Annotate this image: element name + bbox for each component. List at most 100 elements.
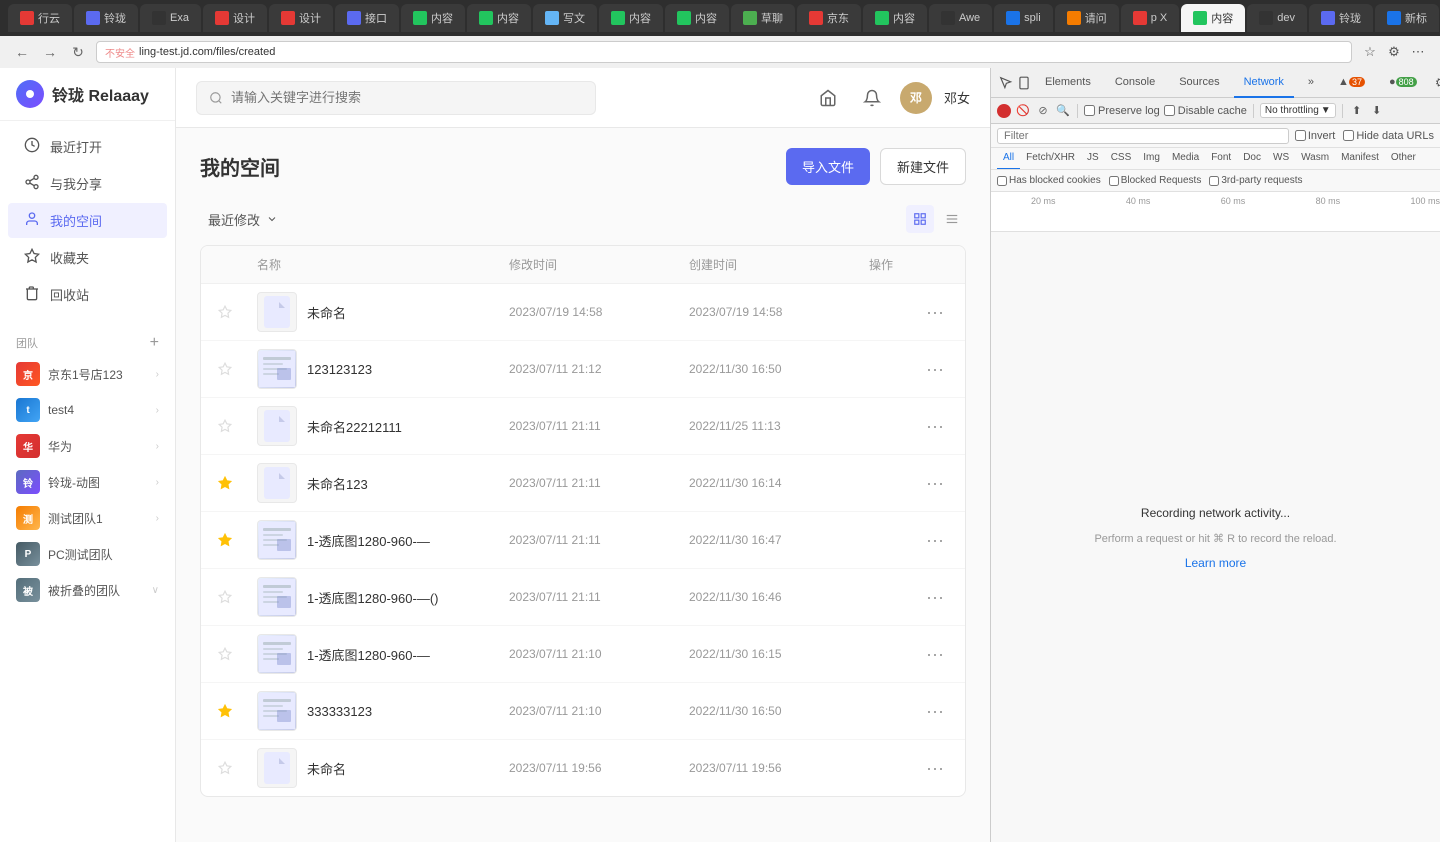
devtools-tab-elements[interactable]: Elements — [1035, 68, 1101, 98]
new-file-button[interactable]: 新建文件 — [880, 148, 966, 185]
devtools-device-toggle[interactable] — [1017, 73, 1031, 93]
browser-tab[interactable]: 铃珑 — [74, 4, 138, 32]
devtools-settings-button[interactable]: ⚙ — [1431, 73, 1440, 93]
more-button[interactable]: ··· — [921, 298, 949, 326]
table-row[interactable]: 333333123 2023/07/11 21:10 2022/11/30 16… — [201, 683, 965, 740]
add-team-button[interactable]: + — [150, 334, 159, 352]
team-item-被折叠的团队[interactable]: 被 被折叠的团队 ∨ — [0, 572, 175, 608]
more-button[interactable]: ··· — [921, 583, 949, 611]
filter-button[interactable]: ⊘ — [1035, 103, 1051, 119]
sidebar-item-与我分享[interactable]: 与我分享 — [8, 166, 167, 201]
sidebar-item-我的空间[interactable]: 我的空间 — [8, 203, 167, 238]
more-button[interactable]: ··· — [921, 754, 949, 782]
notification-button[interactable] — [856, 82, 888, 114]
browser-tab[interactable]: 设计 — [203, 4, 267, 32]
more-button[interactable]: ··· — [921, 412, 949, 440]
table-row[interactable]: 未命名 2023/07/11 19:56 2023/07/11 19:56 ··… — [201, 740, 965, 796]
browser-tab[interactable]: spli — [994, 4, 1053, 32]
browser-tab[interactable]: 内容 — [665, 4, 729, 32]
search-button[interactable]: 🔍 — [1055, 103, 1071, 119]
table-row[interactable]: 1-透底图1280-960-—() 2023/07/11 21:11 2022/… — [201, 569, 965, 626]
network-type-tab-js[interactable]: JS — [1081, 148, 1105, 170]
team-item-测试团队1[interactable]: 测 测试团队1 › — [0, 500, 175, 536]
network-type-tab-wasm[interactable]: Wasm — [1295, 148, 1335, 170]
import-button[interactable]: ⬆ — [1349, 103, 1365, 119]
preserve-log-checkbox[interactable]: Preserve log — [1084, 105, 1160, 117]
star-button[interactable] — [217, 760, 233, 776]
browser-tab[interactable]: 设计 — [269, 4, 333, 32]
browser-tab[interactable]: Awe — [929, 4, 992, 32]
browser-tab[interactable]: Exa — [140, 4, 201, 32]
browser-tab[interactable]: 请问 — [1055, 4, 1119, 32]
more-button[interactable]: ··· — [921, 355, 949, 383]
menu-button[interactable]: ⋯ — [1408, 42, 1428, 62]
throttle-dropdown[interactable]: No throttling ▼ — [1260, 103, 1336, 118]
extensions-button[interactable]: ⚙ — [1384, 42, 1404, 62]
network-type-tab-img[interactable]: Img — [1137, 148, 1166, 170]
browser-tab[interactable]: 内容 — [863, 4, 927, 32]
star-button[interactable] — [217, 418, 233, 434]
devtools-element-picker[interactable] — [999, 73, 1013, 93]
sidebar-item-收藏夹[interactable]: 收藏夹 — [8, 240, 167, 275]
record-button[interactable] — [997, 104, 1011, 118]
team-item-test4[interactable]: t test4 › — [0, 392, 175, 428]
filter-opt-has-blocked-cookies[interactable]: Has blocked cookies — [997, 175, 1101, 186]
team-item-华为[interactable]: 华 华为 › — [0, 428, 175, 464]
network-type-tab-all[interactable]: All — [997, 148, 1020, 170]
disable-cache-checkbox[interactable]: Disable cache — [1164, 105, 1247, 117]
sort-dropdown[interactable]: 最近修改 — [200, 206, 286, 233]
devtools-tab-errors[interactable]: ▲ 37 — [1328, 68, 1375, 98]
search-box[interactable] — [196, 81, 596, 115]
network-type-tab-ws[interactable]: WS — [1267, 148, 1295, 170]
learn-more-link[interactable]: Learn more — [1185, 556, 1246, 570]
sidebar-item-回收站[interactable]: 回收站 — [8, 277, 167, 312]
browser-tab[interactable]: 写文 — [533, 4, 597, 32]
browser-tab[interactable]: 接口 — [335, 4, 399, 32]
browser-tab[interactable]: 铃珑 — [1309, 4, 1373, 32]
browser-tab[interactable]: p X — [1121, 4, 1180, 32]
more-button[interactable]: ··· — [921, 526, 949, 554]
sidebar-item-最近打开[interactable]: 最近打开 — [8, 129, 167, 164]
table-row[interactable]: 1-透底图1280-960-— 2023/07/11 21:10 2022/11… — [201, 626, 965, 683]
invert-option[interactable]: Invert — [1295, 130, 1336, 142]
star-button[interactable] — [217, 304, 233, 320]
devtools-tab-sources[interactable]: Sources — [1169, 68, 1229, 98]
hide-data-urls-option[interactable]: Hide data URLs — [1343, 130, 1434, 142]
table-row[interactable]: 未命名 2023/07/19 14:58 2023/07/19 14:58 ··… — [201, 284, 965, 341]
star-button[interactable] — [217, 532, 233, 548]
address-bar[interactable]: 不安全 ling-test.jd.com/files/created — [96, 41, 1352, 63]
more-button[interactable]: ··· — [921, 640, 949, 668]
more-button[interactable]: ··· — [921, 469, 949, 497]
browser-tab[interactable]: 行云 — [8, 4, 72, 32]
star-button[interactable] — [217, 475, 233, 491]
browser-tab[interactable]: 新标 — [1375, 4, 1439, 32]
search-input[interactable] — [231, 90, 583, 105]
browser-tab[interactable]: dev — [1247, 4, 1307, 32]
browser-tab[interactable]: 内容 — [599, 4, 663, 32]
network-type-tab-font[interactable]: Font — [1205, 148, 1237, 170]
table-row[interactable]: 123123123 2023/07/11 21:12 2022/11/30 16… — [201, 341, 965, 398]
reload-button[interactable]: ↻ — [68, 42, 88, 62]
network-type-tab-media[interactable]: Media — [1166, 148, 1205, 170]
import-file-button[interactable]: 导入文件 — [786, 148, 870, 185]
browser-tab[interactable]: 草聊 — [731, 4, 795, 32]
network-type-tab-css[interactable]: CSS — [1105, 148, 1138, 170]
star-button[interactable] — [217, 361, 233, 377]
grid-view-button[interactable] — [906, 205, 934, 233]
browser-tab[interactable]: 京东 — [797, 4, 861, 32]
devtools-tab-network[interactable]: Network — [1234, 68, 1294, 98]
more-button[interactable]: ··· — [921, 697, 949, 725]
devtools-tab-console[interactable]: Console — [1105, 68, 1165, 98]
team-item-铃珑-动图[interactable]: 铃 铃珑-动图 › — [0, 464, 175, 500]
filter-opt-blocked-requests[interactable]: Blocked Requests — [1109, 175, 1202, 186]
browser-tab[interactable]: 内容 — [401, 4, 465, 32]
star-button[interactable] — [217, 589, 233, 605]
filter-input[interactable] — [997, 128, 1289, 144]
back-button[interactable]: ← — [12, 42, 32, 62]
forward-button[interactable]: → — [40, 42, 60, 62]
browser-tab[interactable]: 内容 — [467, 4, 531, 32]
table-row[interactable]: 未命名123 2023/07/11 21:11 2022/11/30 16:14… — [201, 455, 965, 512]
user-avatar[interactable]: 邓 — [900, 82, 932, 114]
network-type-tab-other[interactable]: Other — [1385, 148, 1422, 170]
table-row[interactable]: 1-透底图1280-960-— 2023/07/11 21:11 2022/11… — [201, 512, 965, 569]
